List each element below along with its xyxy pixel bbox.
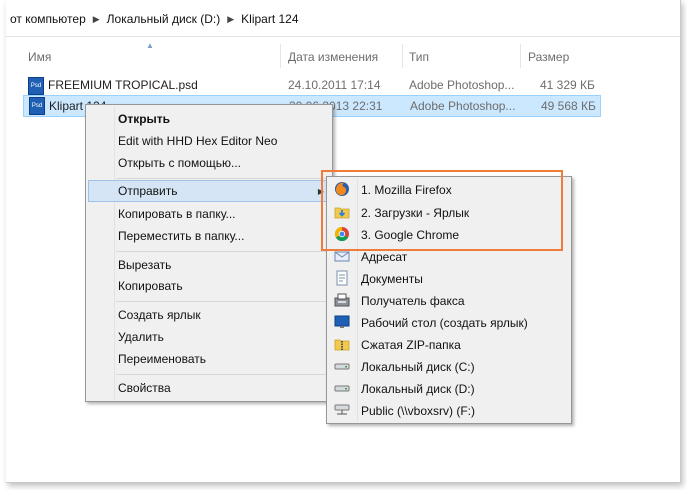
breadcrumb-separator-icon[interactable]: ▶ (224, 14, 237, 25)
context-menu: Открыть Edit with HHD Hex Editor Neo Отк… (85, 104, 333, 402)
column-header-name[interactable]: Имя (28, 50, 51, 64)
psd-file-icon: Psd (28, 77, 44, 95)
column-header-size[interactable]: Размер (528, 50, 569, 64)
menu-item-delete[interactable]: Удалить (118, 330, 164, 344)
menu-item-open[interactable]: Открыть (118, 112, 170, 126)
menu-separator (116, 374, 329, 375)
drive-icon (334, 385, 350, 392)
file-type: Adobe Photoshop... (409, 78, 515, 92)
desktop-icon (334, 315, 350, 328)
menu-separator (116, 178, 329, 179)
file-size: 49 568 КБ (541, 99, 596, 113)
breadcrumb-separator-icon[interactable]: ▶ (90, 14, 103, 25)
breadcrumb-computer[interactable]: от компьютер (6, 12, 90, 26)
menu-gutter (114, 107, 115, 399)
file-type: Adobe Photoshop... (410, 99, 516, 113)
menu-item-open-with[interactable]: Открыть с помощью... (118, 156, 241, 170)
fax-icon (334, 293, 350, 307)
breadcrumb-divider (6, 36, 680, 37)
file-date: 24.10.2011 17:14 (288, 78, 381, 92)
psd-file-icon: Psd (29, 97, 45, 115)
menu-item-copy-to[interactable]: Копировать в папку... (118, 207, 236, 221)
menu-item-send-to[interactable]: Отправить (118, 184, 178, 198)
menu-separator (116, 301, 329, 302)
menu-item-cut[interactable]: Вырезать (118, 258, 171, 272)
sort-ascending-icon: ▲ (146, 41, 154, 50)
breadcrumb: от компьютер ▶ Локальный диск (D:) ▶ Kli… (6, 8, 680, 30)
zip-folder-icon (334, 339, 350, 351)
documents-icon (336, 270, 348, 286)
menu-separator (116, 251, 329, 252)
menu-item-copy[interactable]: Копировать (118, 279, 183, 293)
drive-icon (334, 363, 350, 370)
submenu-item-mail-recipient[interactable]: Адресат (361, 250, 407, 264)
submenu-item-documents[interactable]: Документы (361, 272, 423, 286)
column-divider[interactable] (402, 44, 403, 68)
submenu-item-drive-d[interactable]: Локальный диск (D:) (361, 382, 475, 396)
menu-item-properties[interactable]: Свойства (118, 381, 171, 395)
column-header-type[interactable]: Тип (409, 50, 429, 64)
submenu-item-drive-c[interactable]: Локальный диск (C:) (361, 360, 475, 374)
menu-item-hex-editor[interactable]: Edit with HHD Hex Editor Neo (118, 134, 277, 148)
highlight-callout (321, 170, 563, 251)
file-name: FREEMIUM TROPICAL.psd (48, 78, 198, 92)
column-divider[interactable] (280, 44, 281, 68)
submenu-item-desktop[interactable]: Рабочий стол (создать ярлык) (361, 316, 528, 330)
submenu-item-fax[interactable]: Получатель факса (361, 294, 465, 308)
file-row[interactable]: Psd FREEMIUM TROPICAL.psd 24.10.2011 17:… (24, 75, 600, 95)
menu-item-rename[interactable]: Переименовать (118, 352, 206, 366)
file-size: 41 329 КБ (540, 78, 595, 92)
breadcrumb-folder[interactable]: Klipart 124 (237, 12, 302, 26)
network-drive-icon (334, 404, 350, 415)
column-header-date[interactable]: Дата изменения (288, 50, 378, 64)
submenu-item-network-drive[interactable]: Public (\\vboxsrv) (F:) (361, 404, 475, 418)
submenu-item-zip[interactable]: Сжатая ZIP-папка (361, 338, 461, 352)
menu-item-create-shortcut[interactable]: Создать ярлык (118, 308, 201, 322)
breadcrumb-drive-d[interactable]: Локальный диск (D:) (103, 12, 225, 26)
column-divider[interactable] (520, 44, 521, 68)
menu-item-move-to[interactable]: Переместить в папку... (118, 229, 244, 243)
